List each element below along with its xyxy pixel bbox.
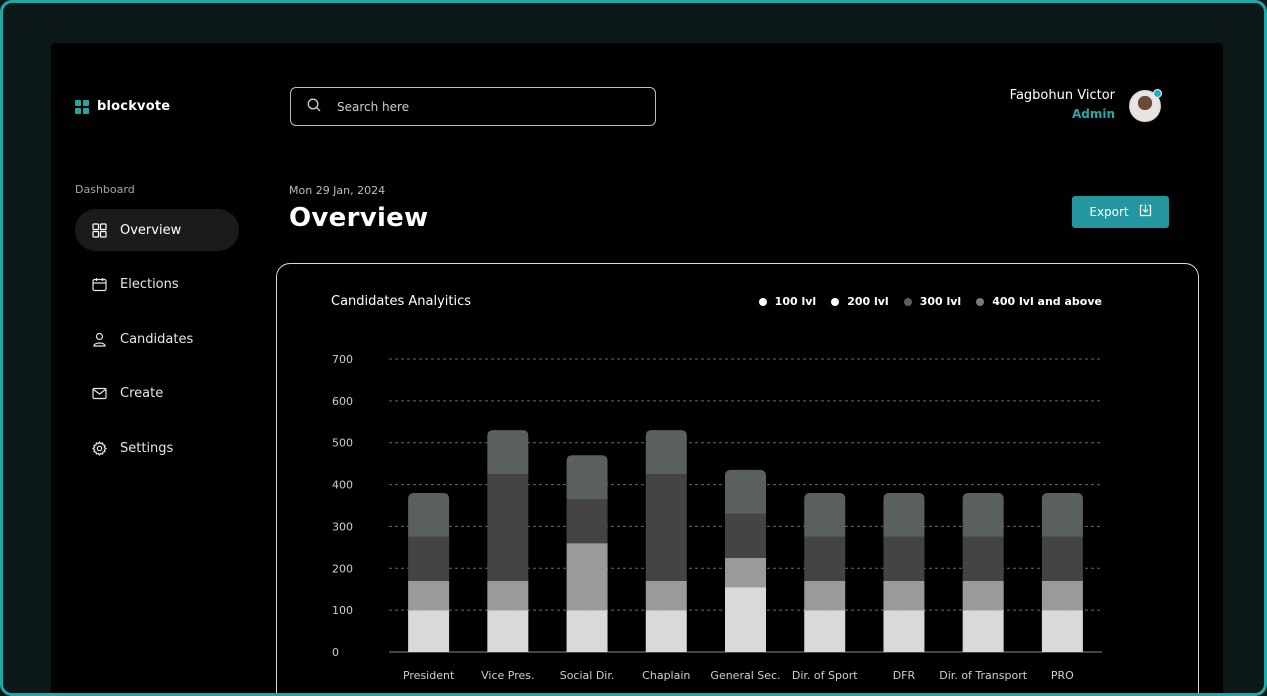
- bar-segment: [408, 580, 450, 611]
- logo-icon: [75, 99, 89, 114]
- bar-segment: [487, 580, 529, 611]
- grid-icon: [92, 222, 107, 238]
- bar-segment: [962, 492, 1004, 537]
- user-name: Fagbohun Victor: [1009, 88, 1115, 103]
- x-tick-label: DFR: [893, 669, 916, 682]
- gear-icon: [92, 440, 107, 456]
- bar-segment: [487, 610, 529, 652]
- user-icon: [92, 332, 107, 347]
- y-tick-label: 0: [332, 646, 339, 659]
- bar-segment: [725, 587, 766, 652]
- y-tick-label: 100: [332, 604, 353, 617]
- bar-segment: [408, 610, 450, 652]
- y-tick-label: 400: [332, 479, 353, 492]
- bar-segment: [1041, 536, 1083, 581]
- logo[interactable]: blockvote: [75, 99, 170, 114]
- y-tick-label: 500: [332, 437, 353, 450]
- bar-segment: [566, 543, 608, 611]
- x-tick-label: Vice Pres.: [481, 669, 534, 682]
- bar-segment: [804, 610, 846, 652]
- bar-segment: [1041, 492, 1083, 537]
- search-icon: [307, 97, 321, 116]
- export-button[interactable]: Export: [1072, 196, 1169, 228]
- mail-icon: [92, 386, 107, 401]
- sidebar-item-label: Elections: [120, 277, 179, 292]
- bar-segment: [487, 430, 529, 475]
- user-role: Admin: [1071, 107, 1115, 121]
- bar-segment: [962, 536, 1004, 581]
- brand-name: blockvote: [97, 99, 171, 114]
- bar-segment: [487, 474, 529, 581]
- chart-card: Candidates Analyitics 100 lvl 200 lvl 30…: [276, 263, 1199, 693]
- bar-segment: [804, 536, 846, 581]
- stacked-bar-chart: 0 100 200 300 400 500 600 700 President Vice Pres…: [332, 353, 1102, 682]
- search-input[interactable]: [337, 99, 637, 114]
- bar-segment: [645, 430, 687, 475]
- page-title: Overview: [289, 203, 429, 233]
- x-tick-label: Dir. of Sport: [792, 669, 858, 682]
- bar-segment: [408, 492, 450, 537]
- bar-segment: [962, 580, 1004, 611]
- download-icon: [1139, 204, 1152, 220]
- bar-segment: [883, 580, 925, 611]
- bar-segment: [883, 492, 925, 537]
- sidebar-item-overview[interactable]: Overview: [75, 209, 239, 251]
- bar-segment: [1041, 610, 1083, 652]
- bar-segment: [566, 499, 608, 544]
- app-container: blockvote Dashboard Overview Elections C…: [51, 43, 1223, 693]
- bar-segment: [725, 557, 766, 588]
- bar-segment: [645, 610, 687, 652]
- sidebar-item-settings[interactable]: Settings: [75, 427, 239, 469]
- bar-segment: [1041, 580, 1083, 611]
- sidebar-item-create[interactable]: Create: [75, 373, 239, 415]
- bar-segment: [645, 580, 687, 611]
- bar-segment: [408, 536, 450, 581]
- x-tick-label: President: [403, 669, 455, 682]
- x-tick-label: PRO: [1051, 669, 1074, 682]
- user-info[interactable]: Fagbohun Victor Admin: [1010, 88, 1115, 121]
- sidebar-item-candidates[interactable]: Candidates: [75, 318, 239, 360]
- bar-segment: [566, 610, 608, 652]
- nav-section-label: Dashboard: [75, 183, 135, 196]
- bar-segment: [804, 492, 846, 537]
- y-tick-label: 600: [332, 395, 353, 408]
- sidebar-item-label: Candidates: [120, 331, 194, 347]
- y-tick-label: 300: [332, 520, 353, 533]
- sidebar-item-label: Settings: [120, 440, 174, 456]
- y-tick-label: 700: [332, 353, 353, 366]
- bar-segment: [962, 610, 1004, 652]
- window-frame: blockvote Dashboard Overview Elections C…: [0, 0, 1267, 696]
- bar-segment: [566, 455, 608, 500]
- bar-segment: [645, 474, 687, 581]
- export-label: Export: [1089, 205, 1129, 219]
- online-status-dot: [1153, 89, 1162, 98]
- calendar-icon: [92, 277, 107, 292]
- bar-segment: [804, 580, 846, 611]
- bar-segment: [883, 536, 925, 581]
- sidebar-nav: Overview Elections Candidates Create Set…: [75, 209, 239, 482]
- current-date: Mon 29 Jan, 2024: [289, 184, 386, 197]
- bar-segment: [725, 513, 766, 558]
- bar-segment: [883, 610, 925, 652]
- x-tick-label: Social Dir.: [560, 669, 615, 682]
- x-tick-label: Chaplain: [642, 669, 690, 682]
- bar-segment: [725, 469, 766, 514]
- search-bar[interactable]: [290, 87, 656, 126]
- sidebar-item-label: Overview: [120, 222, 182, 238]
- x-tick-label: General Sec.: [710, 669, 780, 682]
- sidebar-item-elections[interactable]: Elections: [75, 264, 239, 306]
- y-tick-label: 200: [332, 562, 353, 575]
- sidebar-item-label: Create: [120, 386, 164, 401]
- x-tick-label: Dir. of Transport: [939, 669, 1027, 682]
